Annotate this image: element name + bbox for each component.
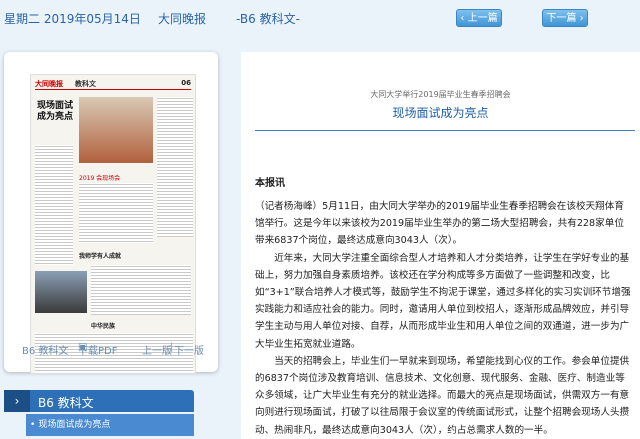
paper-name: 大同晚报 [158, 12, 207, 26]
next-article-button[interactable]: 下一篇 › [542, 9, 588, 27]
thumbnail-sub-headline: 我师学有人成就 [79, 253, 122, 260]
section-nav-header[interactable]: › B6 教科文 [4, 390, 194, 412]
thumbnail-page-number: 06 [181, 79, 191, 87]
title-divider [255, 130, 635, 131]
article-body: （记者杨海峰）5月11日，由大同大学举办的2019届毕业生春季招聘会在该校天翔体… [255, 198, 633, 439]
article-list-item[interactable]: 现场面试成为亮点 [26, 414, 194, 436]
thumbnail-section: 教科文 [75, 80, 96, 88]
link-separator: | [170, 342, 174, 353]
page-thumbnail[interactable]: 大同晚报 教科文 06 现场面试成为亮点 2019 会现场会 我师学有人成就 中… [30, 74, 196, 374]
top-bar: 星期二 2019年05月14日 大同晚报 -B6 教科文- ‹ 上一篇 下一篇 … [0, 0, 640, 36]
chevron-right-icon: › [576, 13, 584, 24]
article-title: 现场面试成为亮点 [392, 106, 489, 120]
thumbnail-text-column [157, 97, 193, 237]
page-preview-panel: 大同晚报 教科文 06 现场面试成为亮点 2019 会现场会 我师学有人成就 中… [4, 52, 218, 374]
article-kicker: 大同大学举行2019届毕业生春季招聘会 [370, 90, 511, 99]
thumbnail-text-column [91, 265, 191, 315]
thumbnail-photo [35, 271, 87, 313]
article-paragraph: 近年来，大同大学注重全面综合型人才培养和人才分类培养，让学生在学好专业的基础上，… [255, 252, 631, 350]
article-byline: 本报讯 [255, 178, 285, 189]
thumbnail-text-column [79, 183, 153, 243]
prev-article-button[interactable]: ‹ 上一篇 [456, 9, 502, 27]
thumbnail-sub-headline: 中华民族 [91, 323, 116, 330]
thumbnail-text-column [35, 145, 73, 265]
article-paragraph: （记者杨海峰）5月11日，由大同大学举办的2019届毕业生春季招聘会在该校天翔体… [255, 201, 624, 247]
issue-date: 星期二 2019年05月14日 [4, 12, 141, 26]
article-panel: 大同大学举行2019届毕业生春季招聘会 现场面试成为亮点 本报讯 （记者杨海峰）… [241, 52, 640, 439]
thumbnail-headline: 现场面试成为亮点 [37, 101, 74, 122]
section-link[interactable]: B6 教科文 [22, 342, 68, 357]
prev-page-link[interactable]: 上一版 [142, 342, 172, 357]
chevron-left-icon: ‹ [460, 13, 468, 24]
thumbnail-masthead: 大同晚报 [35, 80, 63, 88]
section-nav-label: B6 教科文 [38, 396, 94, 410]
page-label: -B6 教科文- [236, 12, 300, 26]
thumbnail-red-headline: 2019 会现场会 [79, 175, 121, 182]
thumbnail-rule [35, 89, 191, 90]
next-page-link[interactable]: 下一版 [174, 342, 204, 357]
thumbnail-photo [79, 97, 153, 163]
article-paragraph: 当天的招聘会上，毕业生们一早就来到现场，希望能找到心仪的工作。参会单位提供的68… [255, 355, 630, 436]
chevron-right-icon: › [4, 390, 30, 412]
